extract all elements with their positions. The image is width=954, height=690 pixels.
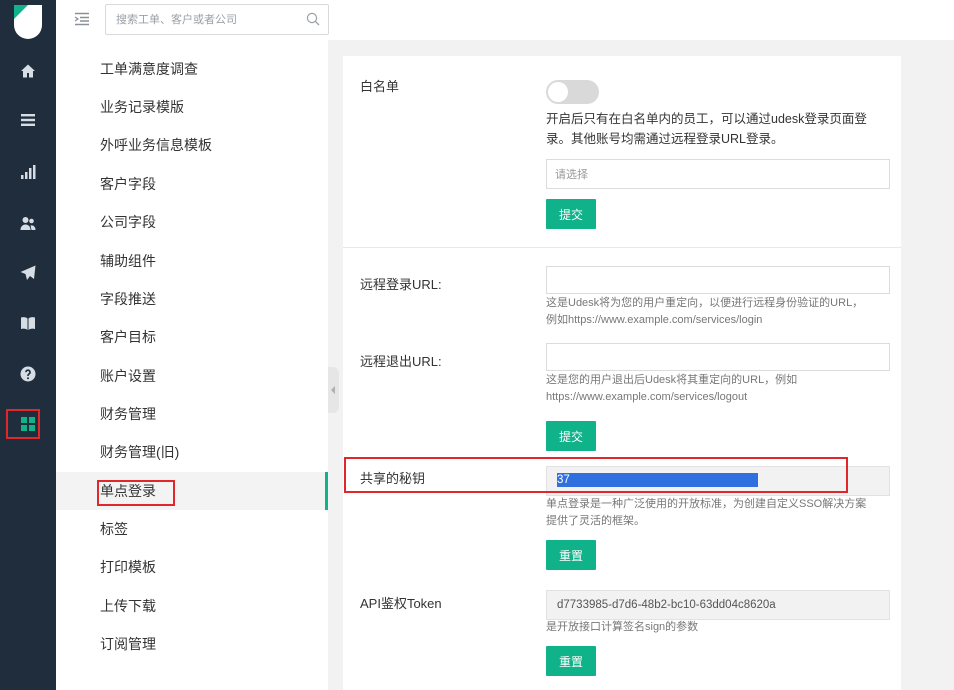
submenu-item[interactable]: 外呼业务信息模板 [56,126,328,164]
submenu-item[interactable]: 标签 [56,510,328,548]
top-bar [56,0,954,40]
sso-highlight-box [97,480,175,506]
remote-login-desc-line2: 例如https://www.example.com/services/login [546,314,763,326]
submenu-item[interactable]: 财务管理(旧) [56,433,328,471]
api-token-field[interactable]: d7733985-d7d6-48b2-bc10-63dd04c8620a [546,590,890,620]
submenu-item[interactable]: 财务管理 [56,395,328,433]
section-divider [343,247,901,248]
submenu-item[interactable]: 打印模板 [56,548,328,586]
api-token-desc: 是开放接口计算签名sign的参数 [546,621,699,633]
global-search [105,4,329,35]
whitelist-label: 白名单 [360,79,400,94]
submenu-item[interactable]: 客户目标 [56,318,328,356]
submenu-item-label: 客户目标 [100,329,156,345]
submenu-item-label: 订阅管理 [100,636,156,652]
submenu-item[interactable]: 订阅管理 [56,625,328,663]
submenu-item-label: 辅助组件 [100,253,156,269]
submenu-item[interactable]: 上传下载 [56,587,328,625]
list-icon[interactable] [0,100,56,140]
submenu-item-label: 业务记录模版 [100,99,184,115]
whitelist-select[interactable]: 请选择 [546,159,890,189]
submenu-item[interactable]: 工单满意度调查 [56,50,328,88]
submenu-item[interactable]: 客户字段 [56,165,328,203]
remote-login-input[interactable] [546,266,890,294]
whitelist-submit-button[interactable]: 提交 [546,199,597,229]
secret-reset-button[interactable]: 重置 [546,540,597,570]
submenu-item-label: 公司字段 [100,214,156,230]
submenu-item-label: 工单满意度调查 [100,61,198,77]
book-icon[interactable] [0,303,56,343]
remote-logout-desc-line2: https://www.example.com/services/logout [546,391,748,403]
apps-highlight-box [6,409,40,439]
remote-logout-input[interactable] [546,343,890,371]
whitelist-desc-line2: 录。其他账号均需通过远程登录URL登录。 [546,132,784,146]
api-reset-button[interactable]: 重置 [546,646,597,676]
submenu-item-label: 客户字段 [100,176,156,192]
submenu-item-label: 财务管理(旧) [100,444,180,460]
submenu-item-label: 字段推送 [100,291,156,307]
submenu-item-label: 外呼业务信息模板 [100,137,212,153]
send-icon[interactable] [0,253,56,293]
remote-logout-desc-line1: 这是您的用户退出后Udesk将其重定向的URL，例如 [546,374,798,386]
settings-submenu: 工单满意度调查 业务记录模版 外呼业务信息模板 客户字段 公司字段 辅助组件 字… [56,40,328,690]
collapse-handle[interactable] [328,367,339,413]
submenu-item-label: 财务管理 [100,406,156,422]
submenu-item[interactable]: 辅助组件 [56,242,328,280]
submenu-item[interactable]: 业务记录模版 [56,88,328,126]
submenu-item[interactable]: 字段推送 [56,280,328,318]
api-token-value: d7733985-d7d6-48b2-bc10-63dd04c8620a [557,599,776,611]
api-token-label: API鉴权Token [360,596,442,611]
remote-logout-label: 远程退出URL: [360,354,442,369]
remote-login-label: 远程登录URL: [360,277,442,292]
submenu-item-label: 账户设置 [100,368,156,384]
search-icon[interactable] [306,12,320,26]
home-icon[interactable] [0,51,56,91]
secret-highlight-box [344,457,848,493]
udesk-logo[interactable] [0,0,56,44]
whitelist-toggle[interactable] [546,80,599,104]
submenu-item-label: 标签 [100,521,128,537]
secret-desc-line1: 单点登录是一种广泛使用的开放标准，为创建自定义SSO解决方案 [546,498,867,510]
submenu-item-label: 打印模板 [100,559,156,575]
search-input[interactable] [106,5,296,34]
whitelist-desc-line1: 开启后只有在白名单内的员工，可以通过udesk登录页面登 [546,112,867,126]
remote-submit-button[interactable]: 提交 [546,421,597,451]
submenu-item[interactable]: 公司字段 [56,203,328,241]
menu-collapse-icon[interactable] [74,12,90,26]
help-icon[interactable] [0,354,56,394]
users-icon[interactable] [0,203,56,243]
bar-chart-icon[interactable] [0,152,56,192]
secret-desc-line2: 提供了灵活的框架。 [546,515,645,527]
whitelist-select-placeholder: 请选择 [555,169,588,181]
submenu-item[interactable]: 账户设置 [56,357,328,395]
toggle-knob [548,82,568,102]
icon-rail [0,0,56,690]
remote-login-desc-line1: 这是Udesk将为您的用户重定向，以便进行远程身份验证的URL， [546,297,864,309]
submenu-item-label: 上传下载 [100,598,156,614]
